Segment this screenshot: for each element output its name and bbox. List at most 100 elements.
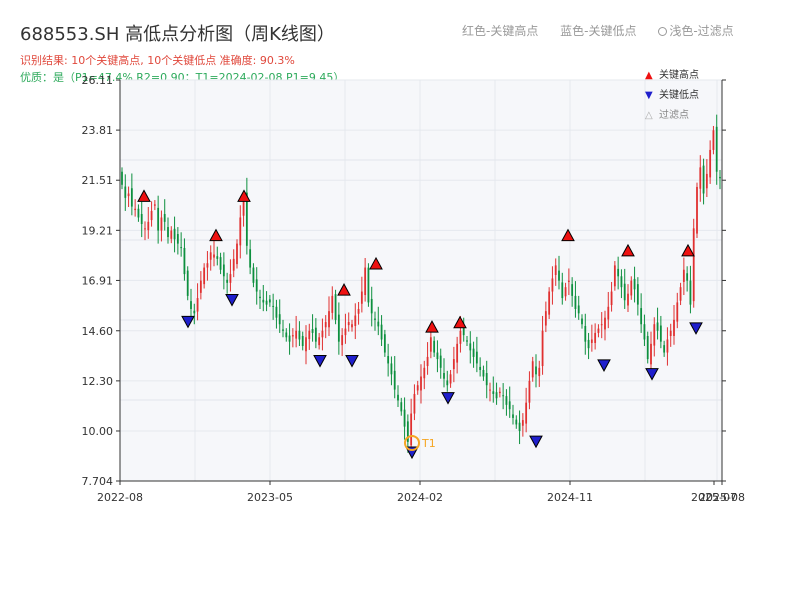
candle-body	[157, 207, 160, 231]
candle-body	[199, 280, 202, 293]
candle-body	[551, 278, 554, 292]
candle-body	[452, 359, 455, 370]
candle-body	[535, 366, 537, 375]
candle-body	[502, 395, 505, 397]
candle-body	[449, 374, 452, 384]
candle-body	[420, 376, 422, 391]
candle-body	[607, 306, 610, 320]
candle-body	[163, 213, 166, 222]
candle-body	[495, 392, 498, 399]
candle-body	[594, 332, 597, 343]
candle-body	[134, 208, 137, 211]
candle-body	[351, 324, 353, 328]
candle-body	[305, 337, 307, 352]
candle-body	[374, 318, 376, 320]
candle-body	[413, 393, 416, 414]
candle-body	[216, 256, 219, 259]
candle-body	[699, 167, 702, 189]
candle-body	[249, 249, 252, 268]
candle-body	[433, 340, 436, 353]
candle-body	[682, 269, 685, 282]
candle-body	[209, 252, 212, 260]
candle-body	[311, 329, 314, 333]
candle-body	[475, 351, 478, 364]
candle-body	[482, 369, 485, 377]
candle-body	[341, 335, 344, 346]
candle-body	[150, 210, 153, 221]
candle-body	[640, 308, 643, 325]
t1-label: T1	[421, 437, 436, 450]
candle-body	[492, 391, 495, 394]
candle-body	[512, 414, 514, 418]
candle-body	[232, 258, 235, 271]
candle-body	[137, 208, 140, 218]
candle-body	[377, 321, 380, 327]
candle-body	[663, 345, 666, 353]
candle-body	[268, 299, 271, 303]
candle-body	[190, 301, 192, 309]
y-tick-label: 7.704	[82, 475, 114, 488]
candle-body	[541, 330, 544, 367]
candle-body	[521, 420, 524, 426]
candle-body	[236, 243, 238, 265]
candle-body	[426, 356, 429, 367]
candle-body	[400, 402, 403, 412]
candle-body	[646, 335, 649, 360]
candle-body	[712, 130, 715, 150]
x-tick-label: 2025-08	[699, 491, 745, 504]
candle-body	[410, 413, 413, 446]
y-tick-label: 14.60	[82, 325, 114, 338]
candle-body	[719, 176, 721, 179]
candle-body	[636, 284, 639, 305]
candle-body	[518, 422, 521, 431]
up-triangle-icon: ▲	[645, 70, 653, 81]
candle-body	[328, 311, 330, 328]
candle-body	[548, 291, 551, 315]
candle-body	[180, 247, 183, 249]
candle-body	[393, 370, 396, 390]
candle-body	[689, 280, 692, 305]
candle-body	[196, 298, 199, 312]
candle-body	[709, 149, 712, 178]
candle-body	[229, 274, 232, 283]
candle-body	[656, 322, 659, 331]
candle-body	[423, 367, 426, 379]
candle-body	[538, 367, 541, 377]
candle-body	[630, 280, 633, 296]
candle-body	[354, 315, 357, 326]
candle-body	[666, 339, 669, 353]
candle-body	[183, 247, 186, 275]
candle-body	[479, 366, 482, 370]
candle-body	[590, 339, 593, 343]
candle-body	[650, 343, 652, 365]
y-tick-label: 23.81	[82, 124, 114, 137]
candle-body	[613, 265, 616, 287]
candle-body	[278, 314, 281, 325]
candle-body	[203, 267, 206, 285]
candle-body	[153, 204, 156, 206]
candle-body	[597, 328, 600, 333]
candle-body	[334, 294, 337, 320]
candle-body	[288, 335, 291, 342]
candle-body	[121, 171, 123, 185]
candle-body	[574, 295, 577, 309]
x-tick-label: 2023-05	[247, 491, 293, 504]
candle-body	[193, 310, 196, 314]
candle-body	[357, 308, 360, 314]
candle-body	[564, 287, 567, 297]
candle-body	[403, 409, 406, 427]
candle-body	[186, 270, 189, 296]
candle-body	[633, 278, 636, 290]
candle-body	[298, 330, 301, 340]
candle-body	[344, 328, 347, 336]
candle-body	[324, 322, 327, 328]
candle-body	[170, 230, 173, 239]
down-triangle-icon: ▼	[645, 90, 653, 101]
candle-body	[669, 330, 672, 336]
candle-body	[147, 221, 150, 231]
candle-body	[531, 361, 534, 378]
candle-body	[659, 325, 662, 342]
candle-body	[702, 165, 705, 194]
candle-body	[692, 228, 695, 302]
candle-body	[604, 317, 606, 330]
